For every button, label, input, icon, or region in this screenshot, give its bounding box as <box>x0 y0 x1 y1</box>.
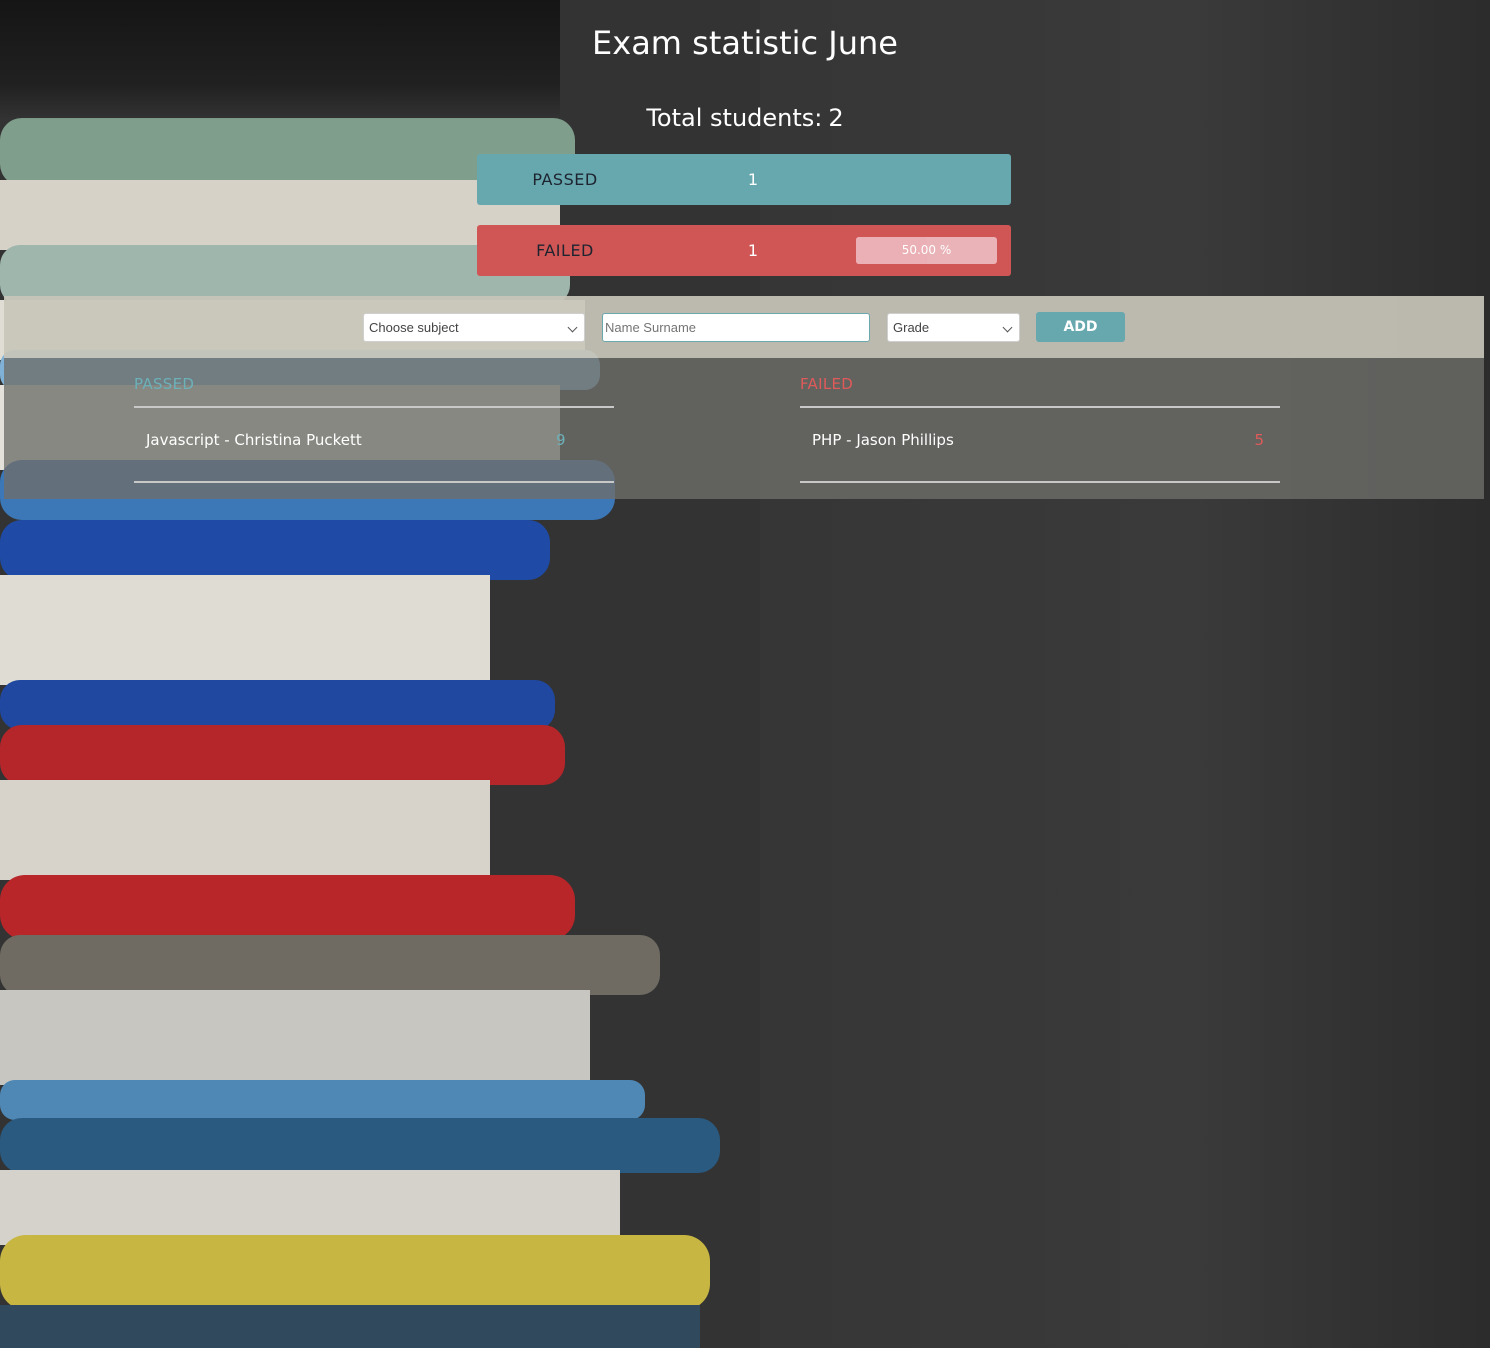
result-subject-name: Javascript - Christina Puckett <box>146 431 362 449</box>
list-item: Javascript - Christina Puckett 9 <box>134 408 614 481</box>
chevron-down-icon <box>1002 322 1013 333</box>
failed-stat-count: 1 <box>747 241 759 260</box>
passed-heading: PASSED <box>134 375 195 393</box>
total-students: Total students: 2 <box>0 104 1490 132</box>
failed-percent-text: 50.00 % <box>901 243 952 257</box>
failed-stat-label: FAILED <box>536 241 594 260</box>
grade-select-value: Grade <box>893 320 930 335</box>
page-title: Exam statistic June <box>592 24 898 62</box>
results-panel: PASSED Javascript - Christina Puckett 9 … <box>4 358 1484 499</box>
subject-select-value: Choose subject <box>369 320 459 335</box>
failed-stat-bar: FAILED 1 50.00 % <box>477 225 1011 276</box>
failed-percent-bar: 50.00 % <box>856 237 997 264</box>
failed-heading: FAILED <box>800 375 854 393</box>
add-button[interactable]: ADD <box>1036 312 1125 342</box>
list-item: PHP - Jason Phillips 5 <box>800 408 1280 481</box>
passed-stat-label: PASSED <box>532 170 598 189</box>
divider <box>800 481 1280 483</box>
total-students-value: 2 <box>828 104 844 132</box>
passed-stat-bar: PASSED 1 <box>477 154 1011 205</box>
result-grade: 5 <box>1254 431 1264 449</box>
result-grade: 9 <box>556 431 566 449</box>
divider <box>134 481 614 483</box>
subject-select[interactable]: Choose subject <box>363 313 585 342</box>
total-students-label: Total students: <box>646 104 823 132</box>
name-surname-input[interactable] <box>602 313 870 342</box>
grade-select[interactable]: Grade <box>887 313 1020 342</box>
passed-stat-count: 1 <box>747 170 759 189</box>
chevron-down-icon <box>567 322 578 333</box>
add-result-form: Choose subject Grade ADD <box>4 296 1484 358</box>
result-subject-name: PHP - Jason Phillips <box>812 431 954 449</box>
